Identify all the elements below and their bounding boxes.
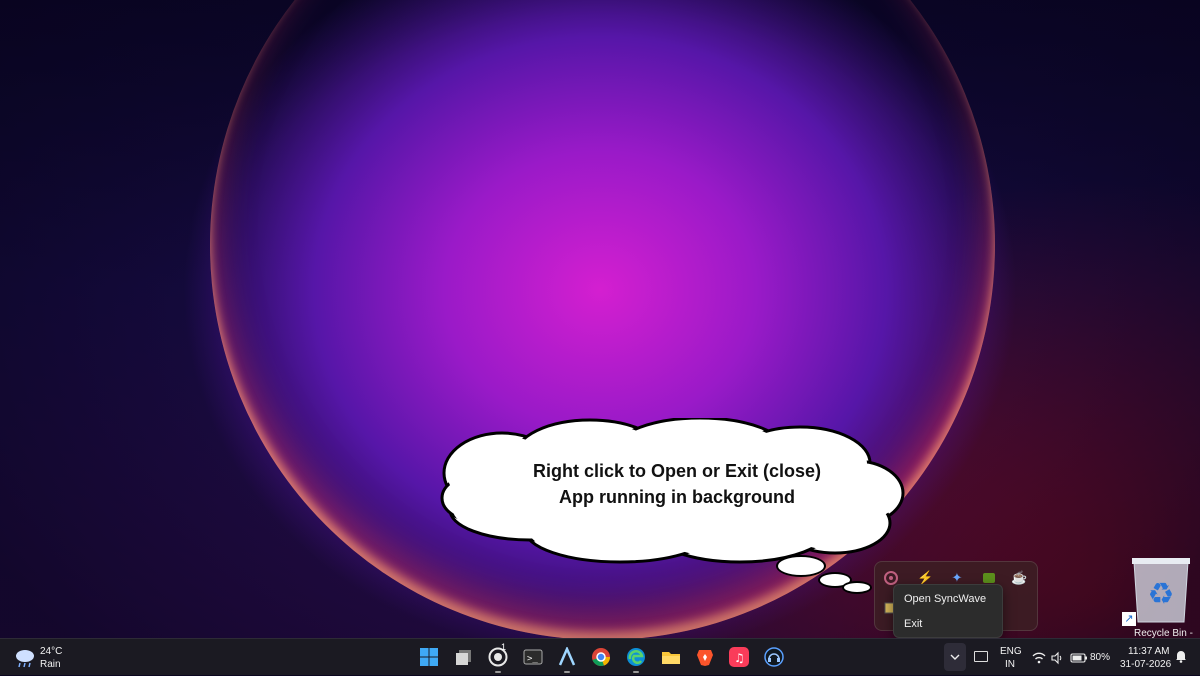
running-indicator	[564, 671, 570, 673]
whatsapp-app[interactable]: 1	[488, 642, 508, 667]
svg-text:♫: ♫	[734, 651, 745, 665]
arc-app[interactable]	[557, 645, 577, 667]
language-code: ENG	[1000, 646, 1022, 657]
shortcut-arrow-icon: ↗	[1122, 612, 1136, 626]
clock-time: 11:37 AM	[1128, 646, 1170, 657]
weather-condition: Rain	[40, 659, 61, 670]
whatsapp-badge: 1	[501, 642, 507, 652]
svg-text:>_: >_	[527, 654, 538, 664]
notification-bell-icon[interactable]	[1175, 649, 1187, 663]
terminal-icon: >_	[523, 649, 543, 665]
battery-percent: 80%	[1090, 652, 1111, 663]
cloud-rain-icon	[16, 650, 34, 668]
headphones-icon	[764, 647, 784, 667]
chevron-down-icon	[950, 654, 960, 660]
weather-widget[interactable]: 24°C Rain	[12, 643, 72, 671]
battery-icon	[1070, 653, 1087, 663]
a-icon	[558, 645, 576, 666]
clock[interactable]: 11:37 AM 31-07-2026	[1116, 643, 1171, 671]
chrome-icon	[592, 648, 610, 667]
chrome-app[interactable]	[591, 647, 611, 667]
weather-temp: 24°C	[40, 646, 63, 657]
tray-context-menu: Open SyncWave Exit	[893, 584, 1003, 638]
menu-item-exit[interactable]: Exit	[904, 618, 922, 630]
svg-text:♻: ♻	[1148, 577, 1175, 612]
bubble-line-1: Right click to Open or Exit (close)	[532, 461, 822, 481]
coffee-tray-icon[interactable]: ☕	[1011, 570, 1027, 586]
show-hidden-icons-button[interactable]	[944, 643, 966, 671]
windows-icon	[420, 648, 438, 666]
wifi-icon	[1032, 652, 1046, 664]
running-indicator	[633, 671, 639, 673]
thought-bubble-text: Right click to Open or Exit (close) App …	[440, 458, 914, 510]
edge-app[interactable]	[626, 647, 646, 667]
music-icon: ♫	[729, 647, 749, 667]
start-button[interactable]	[419, 647, 439, 667]
taskbar: 24°C Rain 1 >_ ♫ ENG IN 80% 11:37 AM 31-…	[0, 638, 1200, 675]
syncwave-app[interactable]	[764, 647, 784, 667]
quick-settings-button[interactable]: 80%	[1030, 643, 1110, 671]
language-indicator[interactable]: ENG IN	[998, 643, 1024, 671]
brave-app[interactable]	[695, 647, 715, 667]
task-view-icon	[456, 650, 471, 665]
task-view-button[interactable]	[454, 647, 474, 667]
thought-bubble-dot	[776, 555, 826, 577]
running-indicator	[495, 671, 501, 673]
bubble-line-2: App running in background	[559, 487, 795, 507]
recycle-bin-icon: ♻	[1132, 558, 1190, 623]
clock-date: 31-07-2026	[1120, 659, 1172, 670]
menu-item-open-syncwave[interactable]: Open SyncWave	[904, 593, 986, 605]
keyboard-icon[interactable]	[974, 651, 988, 662]
region-code: IN	[1005, 659, 1015, 670]
terminal-app[interactable]: >_	[523, 647, 543, 667]
file-explorer-app[interactable]	[661, 647, 681, 667]
volume-icon	[1051, 651, 1062, 665]
folder-icon	[662, 652, 680, 664]
music-app[interactable]: ♫	[729, 647, 749, 667]
thought-bubble-dot	[842, 581, 872, 594]
recycle-bin-shortcut[interactable]: ♻ ↗	[1122, 552, 1196, 640]
edge-icon	[627, 648, 645, 666]
brave-icon	[697, 650, 713, 666]
